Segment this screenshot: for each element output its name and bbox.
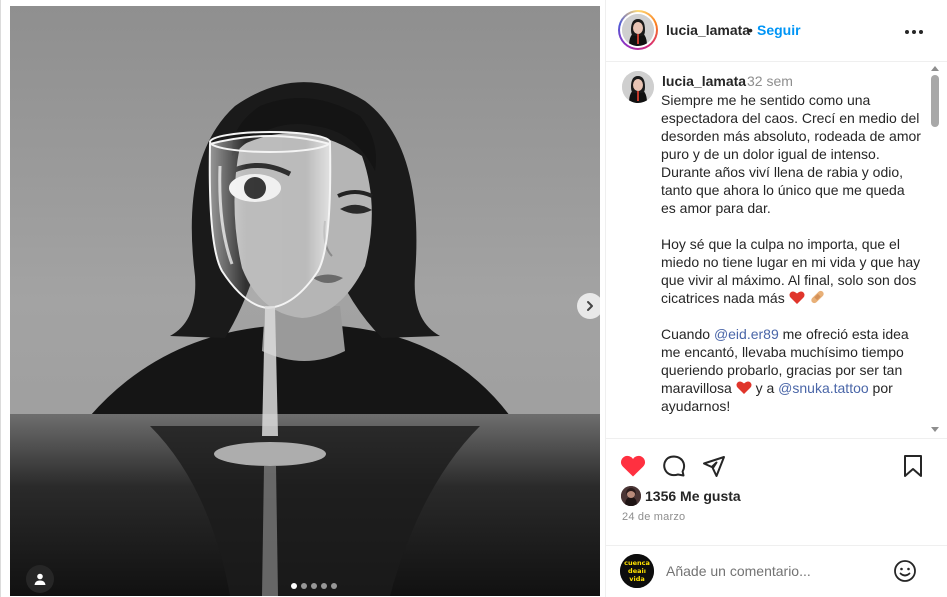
emoji-picker-button[interactable] bbox=[892, 558, 918, 584]
author-avatar[interactable] bbox=[618, 10, 658, 50]
red-heart-emoji-icon bbox=[789, 291, 805, 304]
commenter-avatar: cuenca deaiı vida bbox=[620, 554, 654, 588]
svg-text:cuenca: cuenca bbox=[624, 559, 650, 567]
bandage-emoji-icon bbox=[810, 290, 824, 304]
caption-paragraph-text: Siempre me he sentido como una espectado… bbox=[661, 92, 921, 216]
caption-username[interactable]: lucia_lamata bbox=[662, 73, 746, 89]
more-dots-icon bbox=[905, 30, 923, 34]
scroll-thumb[interactable] bbox=[931, 75, 939, 127]
share-button[interactable] bbox=[700, 452, 728, 480]
post-side-panel: lucia_lamata • Seguir lucia_lamata 32 se… bbox=[605, 0, 947, 597]
bookmark-icon bbox=[904, 455, 922, 477]
scroll-down-arrow-icon[interactable] bbox=[931, 427, 939, 432]
caption-author-avatar[interactable] bbox=[622, 71, 654, 103]
comment-button[interactable] bbox=[660, 452, 688, 480]
svg-text:vida: vida bbox=[629, 575, 645, 583]
header-separator: • bbox=[748, 22, 753, 38]
mention-link[interactable]: @eid.er89 bbox=[714, 326, 779, 342]
caption-scrollbar[interactable] bbox=[929, 63, 941, 437]
carousel-dot bbox=[301, 583, 307, 589]
caption-paragraph: Cuando @eid.er89 me ofreció esta idea me… bbox=[661, 325, 923, 415]
carousel-dot bbox=[311, 583, 317, 589]
photo-illustration bbox=[10, 6, 600, 596]
red-heart-emoji-icon bbox=[736, 381, 752, 394]
chevron-right-icon bbox=[587, 301, 593, 311]
liker-avatar[interactable] bbox=[621, 486, 641, 506]
author-username[interactable]: lucia_lamata bbox=[666, 22, 750, 38]
save-button[interactable] bbox=[899, 452, 927, 480]
caption-text-run: Cuando bbox=[661, 326, 714, 342]
carousel-indicator bbox=[291, 583, 337, 589]
carousel-next-button[interactable] bbox=[577, 293, 600, 319]
action-bar bbox=[606, 448, 947, 484]
likes-count[interactable]: 1356 Me gusta bbox=[645, 488, 741, 504]
caption-timestamp[interactable]: 32 sem bbox=[747, 73, 793, 89]
post-photo[interactable] bbox=[10, 6, 600, 596]
avatar-image: cuenca deaiı vida bbox=[620, 554, 654, 588]
scroll-up-arrow-icon[interactable] bbox=[931, 66, 939, 71]
likes-row: 1356 Me gusta bbox=[621, 486, 741, 506]
caption-paragraph: Siempre me he sentido como una espectado… bbox=[661, 91, 923, 217]
heart-filled-icon bbox=[620, 455, 646, 477]
mention-link[interactable]: @snuka.tattoo bbox=[778, 380, 869, 396]
carousel-dot bbox=[291, 583, 297, 589]
like-button[interactable] bbox=[619, 452, 647, 480]
post-date[interactable]: 24 de marzo bbox=[622, 511, 685, 523]
comment-input[interactable] bbox=[666, 561, 886, 581]
comment-bubble-icon bbox=[663, 455, 686, 477]
caption-text-run: y a bbox=[751, 380, 779, 396]
follow-button[interactable]: Seguir bbox=[757, 22, 801, 38]
carousel-dot bbox=[331, 583, 337, 589]
smiley-icon bbox=[894, 560, 916, 582]
carousel-dot bbox=[321, 583, 327, 589]
paper-plane-icon bbox=[703, 456, 725, 477]
user-tag-button[interactable] bbox=[26, 565, 54, 593]
comment-composer: cuenca deaiı vida bbox=[606, 545, 947, 597]
caption-text: Siempre me he sentido como una espectado… bbox=[661, 91, 923, 433]
caption-paragraph: Hoy sé que la culpa no importa, que el m… bbox=[661, 235, 923, 307]
avatar-image bbox=[621, 486, 641, 506]
post-header: lucia_lamata • Seguir bbox=[606, 0, 947, 62]
more-options-button[interactable] bbox=[902, 20, 926, 44]
caption-section: lucia_lamata 32 sem Siempre me he sentid… bbox=[606, 63, 947, 439]
svg-text:deaiı: deaiı bbox=[628, 567, 646, 575]
avatar-image bbox=[622, 14, 654, 46]
user-tag-icon bbox=[34, 573, 46, 585]
avatar-image bbox=[622, 71, 654, 103]
post-modal: lucia_lamata • Seguir lucia_lamata 32 se… bbox=[0, 0, 947, 597]
